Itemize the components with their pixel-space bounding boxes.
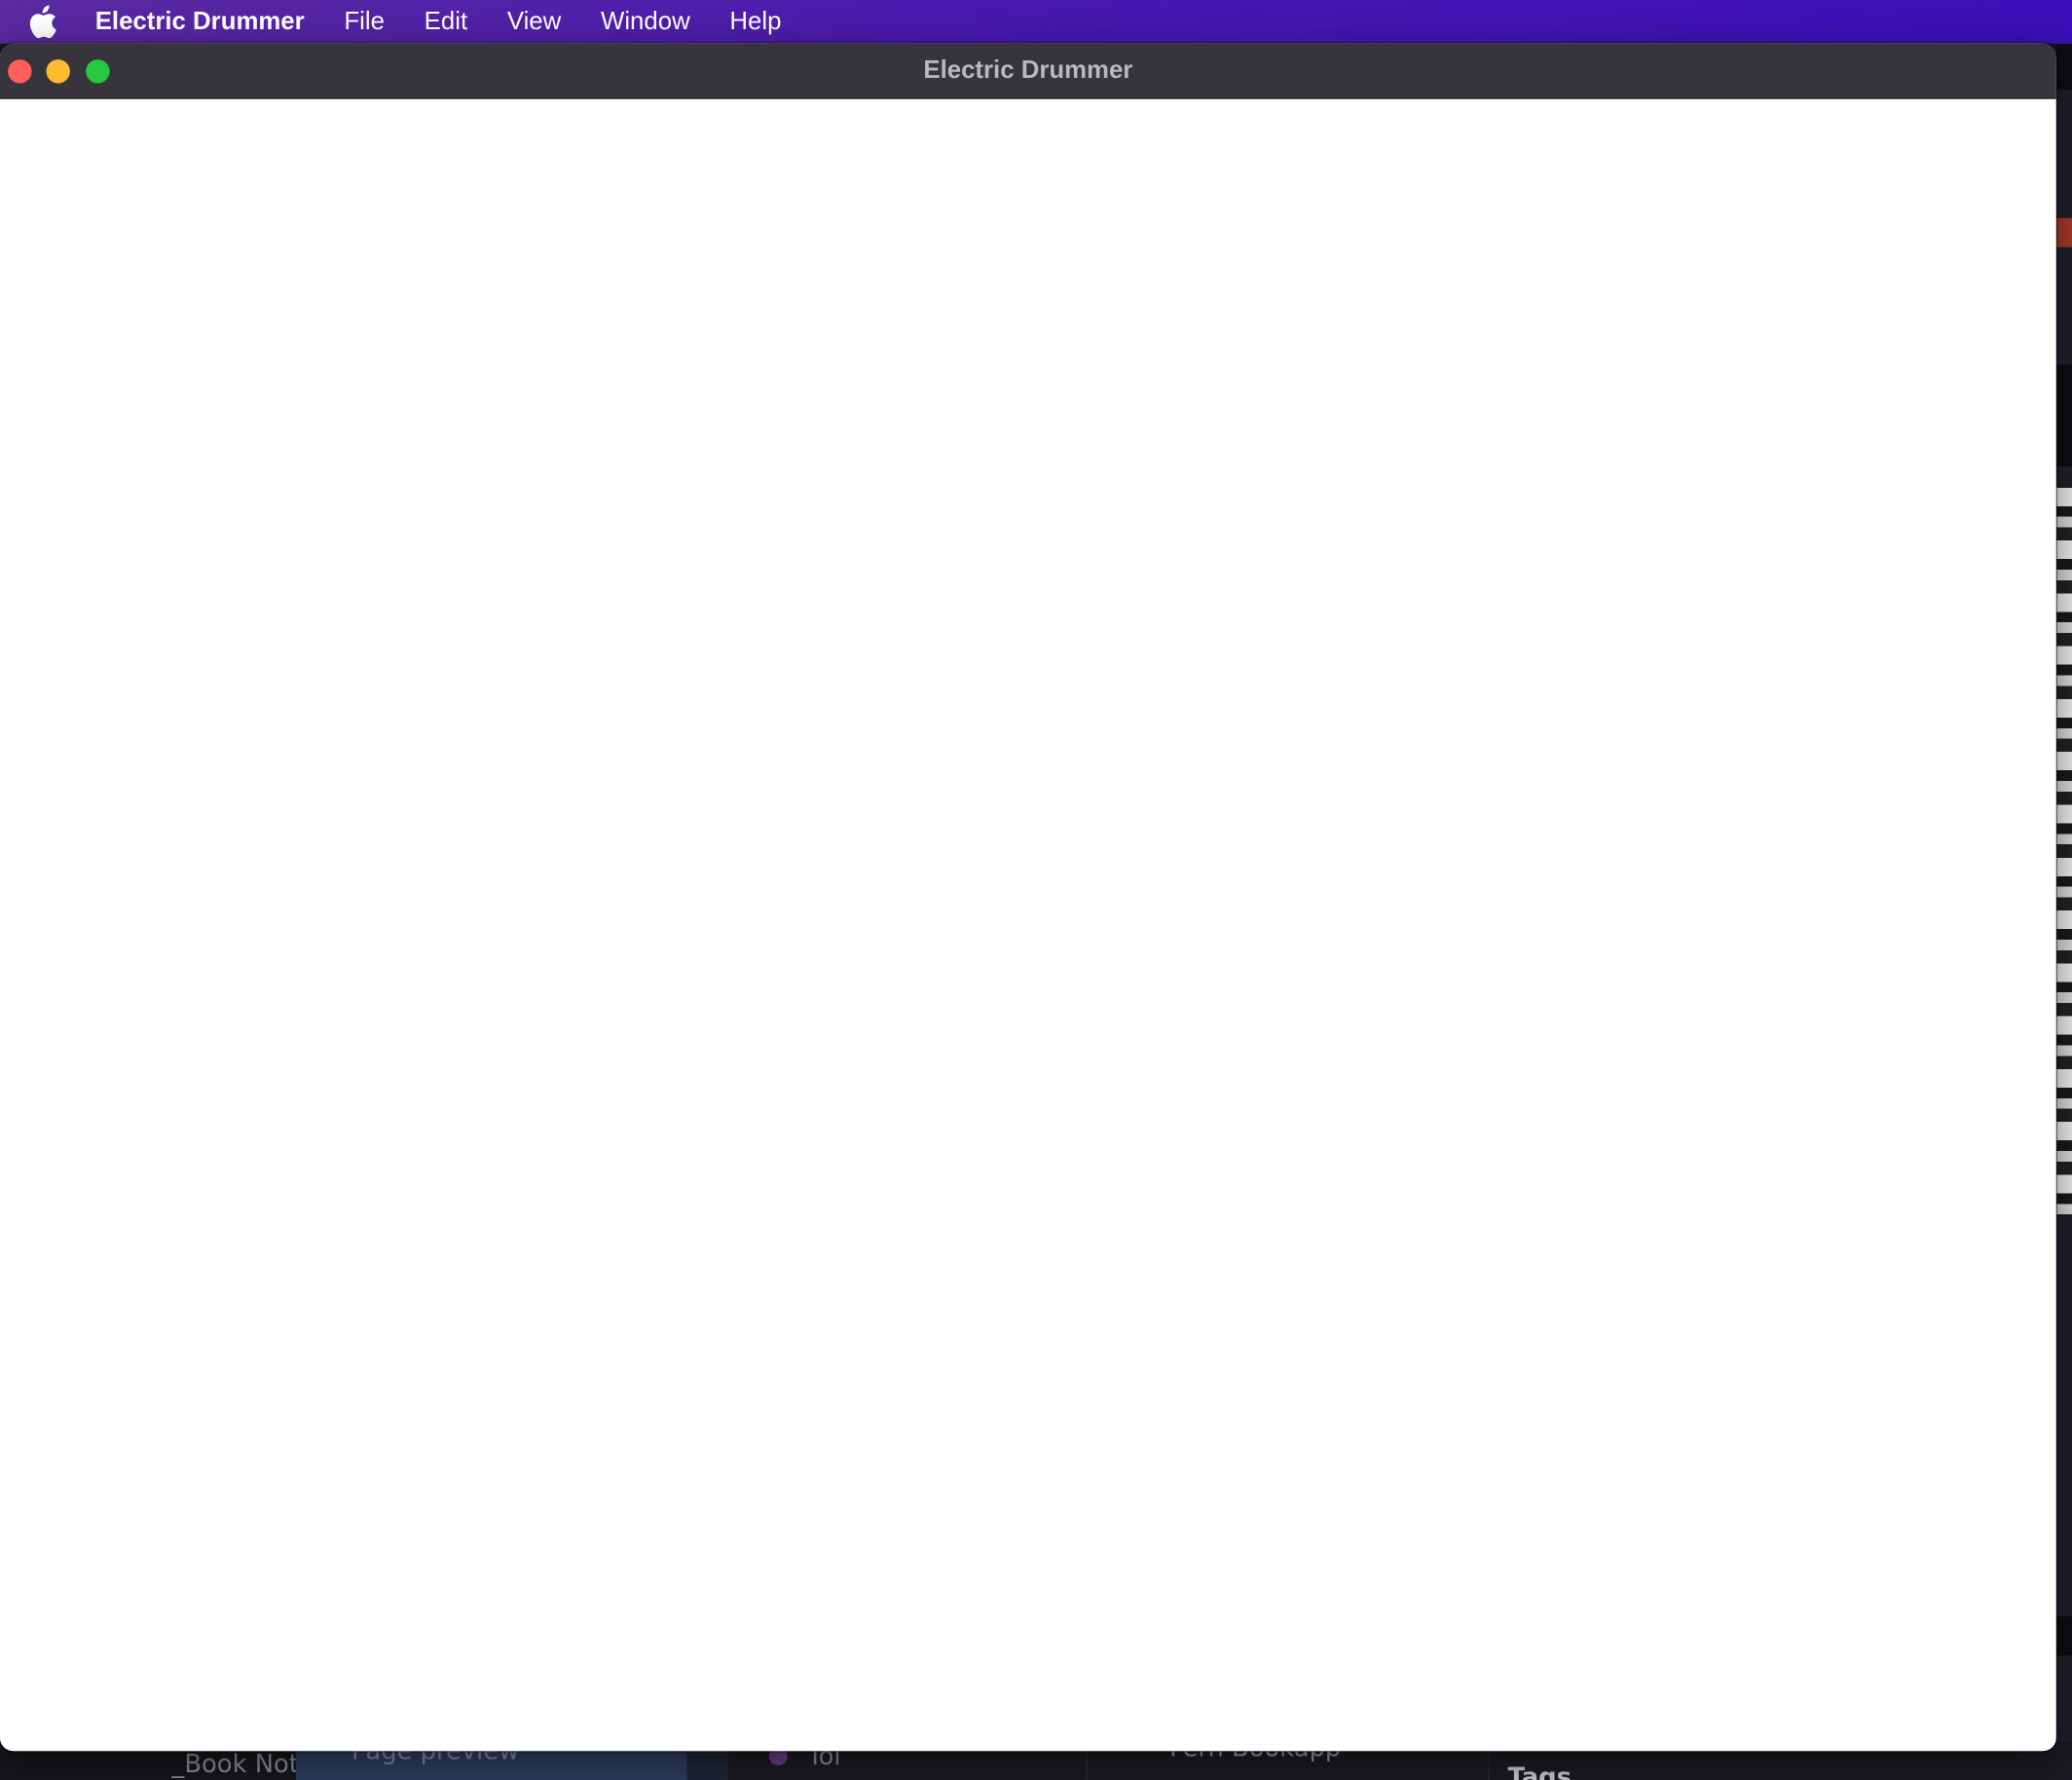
background-image-fragment bbox=[2055, 487, 2072, 1215]
bg-segment bbox=[2055, 217, 2072, 247]
background-app-edge bbox=[2055, 43, 2072, 1780]
menu-window[interactable]: Window bbox=[601, 7, 690, 36]
bg-text-book-note: _Book Note bbox=[171, 1749, 314, 1779]
close-window-button[interactable] bbox=[8, 59, 32, 84]
bg-segment bbox=[2055, 364, 2072, 467]
window-titlebar[interactable]: Electric Drummer bbox=[0, 43, 2056, 99]
minimize-window-button[interactable] bbox=[46, 59, 70, 84]
apple-logo-icon[interactable] bbox=[29, 4, 58, 39]
menu-edit[interactable]: Edit bbox=[425, 7, 467, 36]
app-window: Electric Drummer bbox=[0, 43, 2056, 1752]
menu-bar: Electric Drummer File Edit View Window H… bbox=[0, 0, 2072, 44]
window-content-area[interactable] bbox=[0, 98, 2056, 1752]
bg-text-tags: Tags bbox=[1507, 1762, 1572, 1780]
bg-segment bbox=[2055, 1615, 2072, 1656]
menu-file[interactable]: File bbox=[344, 7, 385, 36]
menu-help[interactable]: Help bbox=[729, 7, 781, 36]
screen: _Book Note Page preview Tol Fern Bookapp… bbox=[0, 0, 2072, 1780]
menu-app-name[interactable]: Electric Drummer bbox=[95, 7, 305, 36]
window-title: Electric Drummer bbox=[923, 56, 1133, 85]
zoom-window-button[interactable] bbox=[86, 59, 110, 84]
bg-segment bbox=[2055, 43, 2072, 91]
menu-view[interactable]: View bbox=[507, 7, 561, 36]
